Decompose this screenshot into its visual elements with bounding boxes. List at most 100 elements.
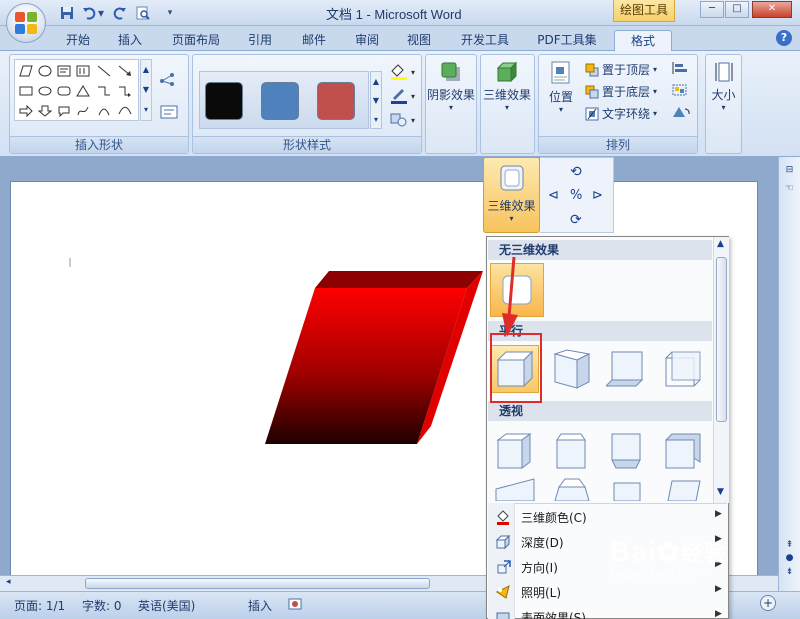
help-icon[interactable]: ?: [776, 30, 792, 46]
style-swatch-black[interactable]: [205, 82, 243, 120]
perspective-option-3[interactable]: [603, 427, 651, 475]
maximize-button[interactable]: □: [725, 1, 749, 18]
status-word-count[interactable]: 字数: 0: [82, 597, 122, 614]
perspective-option-7[interactable]: [603, 477, 651, 501]
arrow-shape-icon[interactable]: [116, 62, 133, 79]
curve-shape-icon[interactable]: [116, 102, 133, 119]
tab-developer[interactable]: 开发工具: [452, 30, 518, 51]
tab-review[interactable]: 审阅: [346, 30, 388, 51]
tilt-left-icon[interactable]: ⊲: [548, 188, 559, 203]
previous-page-icon[interactable]: ⇞: [782, 540, 797, 552]
style-swatch-blue[interactable]: [261, 82, 299, 120]
tab-references[interactable]: 引用: [240, 30, 280, 51]
vertical-textbox-shape-icon[interactable]: [74, 62, 91, 79]
drawing-tools-context-tab[interactable]: 绘图工具: [613, 0, 675, 22]
gallery-scrollbar[interactable]: ▲ ▼: [713, 237, 729, 503]
gallery-scroll-thumb[interactable]: [716, 257, 727, 422]
parallelogram-shape-icon[interactable]: [17, 62, 34, 79]
tab-mailings[interactable]: 邮件: [294, 30, 334, 51]
group-button[interactable]: [671, 83, 691, 97]
perspective-option-1[interactable]: [491, 427, 539, 475]
scroll-left-icon[interactable]: ◂: [6, 577, 11, 587]
text-box-icon[interactable]: [160, 105, 178, 119]
freeform-shape-icon[interactable]: [74, 102, 91, 119]
style-swatch-red[interactable]: [317, 82, 355, 120]
zoom-in-icon[interactable]: +: [760, 595, 776, 611]
styles-gallery-scroll[interactable]: ▲ ▼ ▾: [370, 71, 382, 129]
tilt-right-icon[interactable]: ⊳: [592, 188, 603, 203]
parallel-option-4[interactable]: [659, 345, 707, 393]
elbow-arrow-shape-icon[interactable]: [116, 82, 133, 99]
ellipse-shape-icon[interactable]: [36, 82, 53, 99]
tab-format[interactable]: 格式: [614, 30, 672, 51]
tab-home[interactable]: 开始: [56, 30, 100, 51]
bring-to-front-button[interactable]: 置于顶层 ▾: [585, 61, 657, 78]
triangle-shape-icon[interactable]: [74, 82, 91, 99]
perspective-option-2[interactable]: [548, 427, 596, 475]
perspective-option-4[interactable]: [659, 427, 707, 475]
send-to-back-button[interactable]: 置于底层 ▾: [585, 83, 657, 100]
customize-icon[interactable]: ▾: [164, 4, 176, 22]
shapes-gallery-scroll[interactable]: ▲ ▼ ▾: [140, 59, 152, 121]
ruler-toggle-icon[interactable]: ⊟: [782, 165, 797, 179]
print-preview-icon[interactable]: [134, 4, 152, 22]
tab-pdf-tools[interactable]: PDF工具集: [530, 30, 604, 51]
elbow-connector-shape-icon[interactable]: [95, 82, 112, 99]
text-wrap-button[interactable]: 文字环绕 ▾: [585, 105, 657, 122]
scroll-down-icon[interactable]: ▼: [717, 487, 724, 497]
status-insert-mode[interactable]: 插入: [248, 597, 272, 614]
macro-record-icon[interactable]: [288, 598, 302, 613]
callout-shape-icon[interactable]: [55, 102, 72, 119]
threed-effects-ribbon-button[interactable]: 三维效果 ▾: [482, 61, 532, 112]
arc-shape-icon[interactable]: [95, 102, 112, 119]
hand-icon[interactable]: ☜: [782, 183, 797, 197]
rectangle-shape-icon[interactable]: [17, 82, 34, 99]
minimize-button[interactable]: ─: [700, 1, 724, 18]
align-button[interactable]: [671, 61, 691, 75]
shape-fill-icon[interactable]: ▾: [389, 63, 419, 81]
office-button[interactable]: [6, 3, 46, 43]
close-button[interactable]: ✕: [752, 1, 792, 18]
position-button[interactable]: 位置 ▾: [541, 61, 581, 114]
edit-points-icon[interactable]: [158, 71, 184, 87]
next-page-icon[interactable]: ⇟: [782, 567, 797, 579]
save-icon[interactable]: [58, 4, 76, 22]
redo-icon[interactable]: [111, 4, 129, 22]
horizontal-scroll-thumb[interactable]: [85, 578, 430, 589]
arrange-group: 位置 ▾ 置于顶层 ▾ 置于底层 ▾ 文字环绕 ▾ 排列: [538, 54, 698, 154]
shape-outline-icon[interactable]: ▾: [389, 87, 419, 105]
select-browse-object-icon[interactable]: ●: [782, 553, 797, 565]
tab-page-layout[interactable]: 页面布局: [162, 30, 230, 51]
undo-dropdown-icon[interactable]: ▾: [96, 4, 106, 22]
tab-view[interactable]: 视图: [398, 30, 440, 51]
down-arrow-shape-icon[interactable]: [36, 102, 53, 119]
threed-effects-dropdown-button[interactable]: 三维效果 ▾: [483, 157, 540, 233]
menu-item-3d-color[interactable]: 三维颜色(C) ▶: [488, 504, 728, 529]
tilt-up-icon[interactable]: ⟲: [570, 164, 582, 180]
tab-insert[interactable]: 插入: [110, 30, 150, 51]
oval-shape-icon[interactable]: [36, 62, 53, 79]
perspective-option-5[interactable]: [491, 477, 539, 501]
toggle-3d-icon[interactable]: %: [570, 188, 582, 203]
parallel-option-3[interactable]: [603, 345, 651, 393]
menu-item-surface[interactable]: 表面效果(S) ▶: [488, 604, 728, 619]
rounded-rect-shape-icon[interactable]: [55, 82, 72, 99]
shapes-gallery[interactable]: [14, 59, 139, 121]
menu-item-lighting[interactable]: 照明(L) ▶: [488, 579, 728, 604]
textbox-shape-icon[interactable]: [55, 62, 72, 79]
perspective-option-6[interactable]: [548, 477, 596, 501]
right-arrow-shape-icon[interactable]: [17, 102, 34, 119]
parallel-option-2[interactable]: [548, 345, 596, 393]
shadow-effects-button[interactable]: 阴影效果 ▾: [427, 61, 475, 112]
line-shape-icon[interactable]: [95, 62, 112, 79]
rotate-button[interactable]: [671, 105, 691, 119]
tilt-down-icon[interactable]: ⟳: [570, 212, 582, 228]
status-page[interactable]: 页面: 1/1: [14, 597, 65, 614]
menu-label-surface: 表面效果(S): [521, 611, 586, 619]
scroll-up-icon[interactable]: ▲: [717, 239, 724, 249]
vertical-scrollbar[interactable]: ⊟ ☜ ⇞ ● ⇟: [778, 157, 800, 591]
change-shape-icon[interactable]: ▾: [389, 111, 419, 129]
status-language[interactable]: 英语(美国): [138, 597, 195, 614]
perspective-option-8[interactable]: [659, 477, 707, 501]
size-button[interactable]: 大小 ▾: [707, 61, 740, 112]
